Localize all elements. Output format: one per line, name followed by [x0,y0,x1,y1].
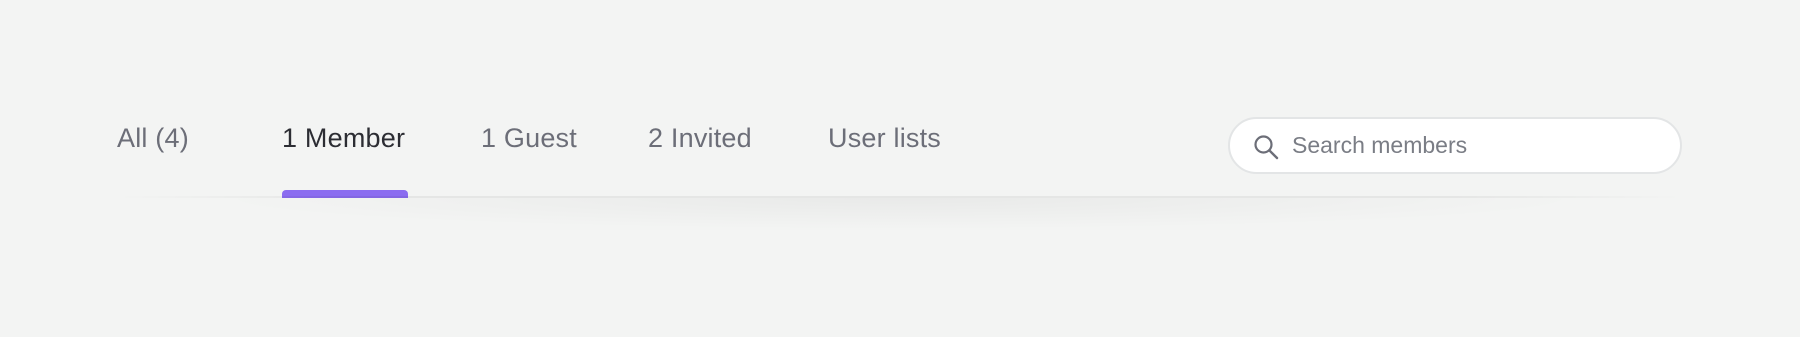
tab-user-lists[interactable]: User lists [828,120,941,156]
tabs-divider [117,196,1683,198]
tab-invited[interactable]: 2 Invited [648,120,752,156]
tab-guests[interactable]: 1 Guest [481,120,577,156]
tab-members[interactable]: 1 Member [282,120,405,156]
tabs-shadow [197,198,1603,230]
search-members-input[interactable] [1292,119,1662,172]
tab-all[interactable]: All (4) [117,120,189,156]
search-box[interactable] [1228,117,1682,174]
search-icon [1254,135,1279,160]
